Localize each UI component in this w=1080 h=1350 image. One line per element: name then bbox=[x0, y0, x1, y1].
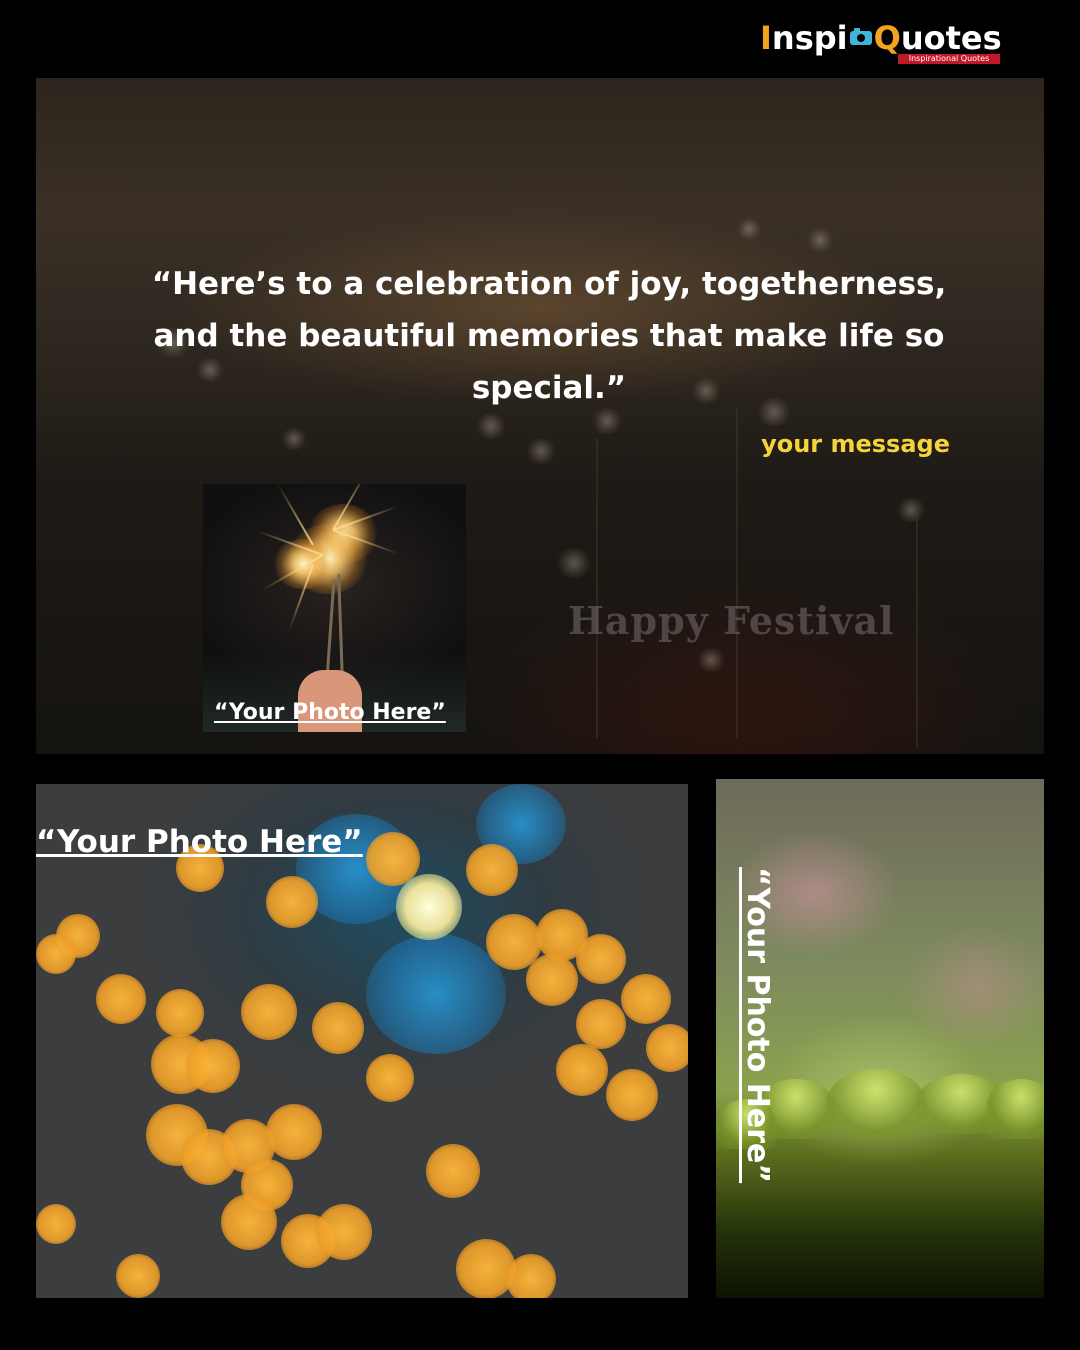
flower-decoration bbox=[696, 648, 726, 672]
hero-quote-card: “Here’s to a celebration of joy, togethe… bbox=[36, 78, 1044, 754]
bokeh-light bbox=[366, 832, 420, 886]
moss-tuft bbox=[986, 1079, 1044, 1139]
moss-tuft bbox=[826, 1069, 926, 1139]
spark-ray bbox=[277, 484, 314, 546]
bokeh-light bbox=[526, 954, 578, 1006]
bokeh-light bbox=[36, 1204, 76, 1244]
bokeh-light bbox=[576, 999, 626, 1049]
bokeh-light bbox=[366, 934, 506, 1054]
stem-decoration bbox=[736, 408, 738, 738]
bokeh-light bbox=[266, 1104, 322, 1160]
photo-placeholder-label: “Your Photo Here” bbox=[214, 700, 446, 725]
bokeh-light bbox=[506, 1254, 556, 1298]
bokeh-light bbox=[621, 974, 671, 1024]
bokeh-light bbox=[396, 874, 462, 940]
bokeh-photo: “Your Photo Here” bbox=[36, 784, 688, 1298]
photo-placeholder-label: “Your Photo Here” bbox=[36, 824, 363, 860]
sparkler-photo bbox=[203, 484, 466, 732]
bokeh-light bbox=[266, 876, 318, 928]
moss-photo: “Your Photo Here” bbox=[716, 779, 1044, 1298]
logo-tagline: Inspirational Quotes bbox=[908, 54, 990, 63]
flower-decoration bbox=[556, 548, 592, 578]
bokeh-light bbox=[116, 1254, 160, 1298]
bokeh-light bbox=[241, 984, 297, 1040]
quote-text: “Here’s to a celebration of joy, togethe… bbox=[151, 266, 947, 406]
brand-logo: Inspi Quotes Inspirational Quotes bbox=[760, 18, 1005, 68]
flower-decoration bbox=[896, 498, 926, 522]
bokeh-light bbox=[316, 1204, 372, 1260]
bokeh-light bbox=[556, 1044, 608, 1096]
camera-icon bbox=[849, 28, 872, 45]
bokeh-light bbox=[426, 1144, 480, 1198]
bokeh-light bbox=[366, 1054, 414, 1102]
logo-part1-rest: nspi bbox=[771, 19, 848, 57]
bokeh-light bbox=[156, 989, 204, 1037]
logo-wordmark: Inspi Quotes bbox=[760, 19, 1002, 57]
bokeh-light bbox=[36, 934, 76, 974]
flower-decoration bbox=[476, 413, 506, 439]
stem-decoration bbox=[596, 438, 598, 738]
bokeh-light bbox=[646, 1024, 688, 1072]
flower-decoration bbox=[526, 438, 556, 464]
stem-decoration bbox=[916, 518, 918, 748]
flower-decoration bbox=[736, 218, 762, 240]
bokeh-light bbox=[186, 1039, 240, 1093]
logo-part2-rest: uotes bbox=[900, 19, 1002, 57]
bokeh-light bbox=[96, 974, 146, 1024]
watermark-text: Happy Festival bbox=[568, 598, 895, 643]
bokeh-light bbox=[221, 1194, 277, 1250]
message-text: your message bbox=[761, 430, 950, 458]
flower-decoration bbox=[281, 428, 307, 450]
bokeh-light bbox=[312, 1002, 364, 1054]
photo-placeholder-label: “Your Photo Here” bbox=[740, 867, 775, 1184]
bokeh-light bbox=[466, 844, 518, 896]
flower-decoration bbox=[806, 228, 834, 252]
bokeh-light bbox=[606, 1069, 658, 1121]
bokeh-light bbox=[576, 934, 626, 984]
